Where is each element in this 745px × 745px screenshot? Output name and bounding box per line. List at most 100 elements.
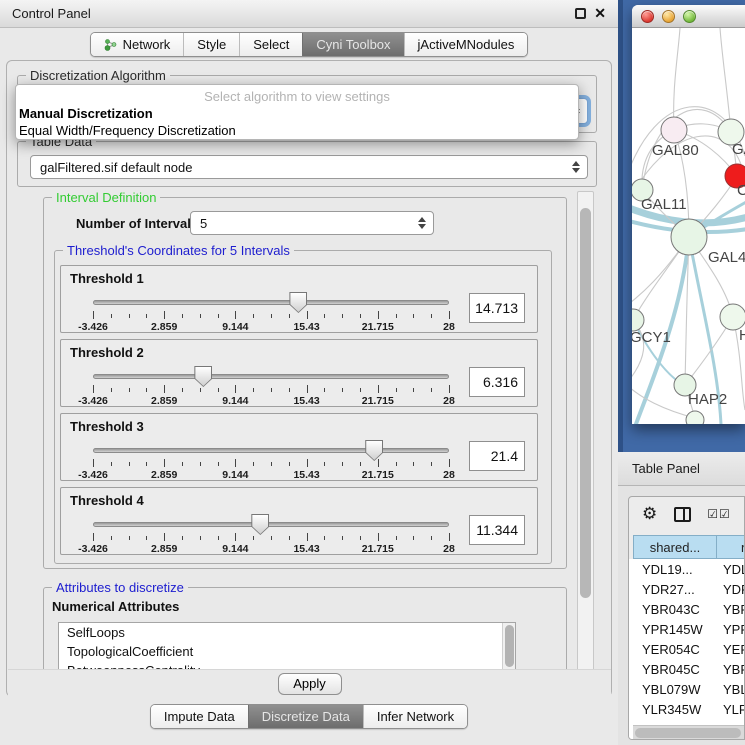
apply-button[interactable]: Apply bbox=[278, 673, 342, 695]
numerical-attributes-list[interactable]: SelfLoops TopologicalCoefficient Between… bbox=[58, 622, 516, 672]
table-row[interactable]: YDR27... YDR2 bbox=[629, 579, 745, 599]
threshold-1-label: Threshold 1 bbox=[70, 271, 144, 286]
threshold-3-slider[interactable]: -3.426 2.859 9.144 15.43 21.715 28 bbox=[93, 444, 449, 480]
thresholds-group: Threshold's Coordinates for 5 Intervals … bbox=[54, 250, 552, 564]
slider-scale-labels: -3.426 2.859 9.144 15.43 21.715 28 bbox=[93, 321, 449, 333]
slider-thumb[interactable] bbox=[194, 366, 212, 387]
slider-ticks bbox=[93, 385, 449, 394]
tab-style[interactable]: Style bbox=[183, 33, 239, 56]
float-window-icon[interactable] bbox=[575, 8, 586, 19]
close-icon[interactable]: ✕ bbox=[594, 8, 606, 19]
threshold-1-value-field[interactable]: 14.713 bbox=[469, 293, 525, 323]
scrollbar-thumb[interactable] bbox=[505, 625, 514, 667]
list-item[interactable]: SelfLoops bbox=[59, 623, 515, 642]
node-gcy1[interactable] bbox=[632, 309, 644, 331]
attributes-list-scrollbar[interactable] bbox=[502, 623, 515, 671]
scrollbar-thumb[interactable] bbox=[635, 728, 741, 738]
table-horizontal-scrollbar[interactable] bbox=[633, 725, 745, 739]
scrollbar-thumb[interactable] bbox=[580, 208, 591, 598]
slider-scale-labels: -3.426 2.859 9.144 15.43 21.715 28 bbox=[93, 469, 449, 481]
slider-track[interactable] bbox=[93, 374, 449, 379]
slider-track[interactable] bbox=[93, 522, 449, 527]
tab-cyni-toolbox[interactable]: Cyni Toolbox bbox=[302, 33, 403, 56]
apply-row: Apply bbox=[8, 669, 611, 697]
tab-discretize-data[interactable]: Discretize Data bbox=[248, 705, 363, 728]
node-label: GCY1 bbox=[632, 329, 671, 346]
slider-thumb[interactable] bbox=[289, 292, 307, 313]
tab-jactivemnodules-label: jActiveMNodules bbox=[418, 37, 515, 52]
table-row[interactable]: YPR145W YPR1 bbox=[629, 619, 745, 639]
close-traffic-light-icon[interactable] bbox=[641, 10, 654, 23]
threshold-1-box: Threshold 1 -3.426 2.859 9.144 15.43 21.… bbox=[60, 265, 538, 333]
node-label: GAL80 bbox=[652, 142, 699, 159]
slider-track[interactable] bbox=[93, 448, 449, 453]
slider-scale-labels: -3.426 2.859 9.144 15.43 21.715 28 bbox=[93, 543, 449, 555]
tab-infer-network-label: Infer Network bbox=[377, 709, 454, 724]
table-row[interactable]: YER054C YER0 bbox=[629, 639, 745, 659]
panel-vertical-scrollbar[interactable] bbox=[577, 191, 594, 671]
network-icon bbox=[104, 38, 117, 51]
thresholds-group-title: Threshold's Coordinates for 5 Intervals bbox=[63, 243, 294, 258]
tab-impute-data-label: Impute Data bbox=[164, 709, 235, 724]
table-row[interactable]: YBR045C YBR0 bbox=[629, 659, 745, 679]
column-header-shared-name[interactable]: shared... bbox=[633, 535, 717, 559]
algorithm-option-manual[interactable]: Manual Discretization bbox=[16, 105, 578, 122]
tab-select[interactable]: Select bbox=[239, 33, 302, 56]
threshold-4-value-field[interactable]: 11.344 bbox=[469, 515, 525, 545]
minimize-traffic-light-icon[interactable] bbox=[662, 10, 675, 23]
top-tabbar: Network Style Select Cyni Toolbox jActiv… bbox=[0, 32, 618, 57]
threshold-2-label: Threshold 2 bbox=[70, 345, 144, 360]
algorithm-option-equal-width[interactable]: Equal Width/Frequency Discretization bbox=[16, 122, 578, 139]
tab-jactivemnodules[interactable]: jActiveMNodules bbox=[404, 33, 528, 56]
threshold-2-slider[interactable]: -3.426 2.859 9.144 15.43 21.715 28 bbox=[93, 370, 449, 406]
control-panel-titlebar: Control Panel ✕ bbox=[0, 0, 618, 28]
table-data-group: Table Data galFiltered.sif default node bbox=[17, 141, 597, 187]
node-gal4[interactable] bbox=[671, 219, 707, 255]
algorithm-placeholder-option[interactable]: Select algorithm to view settings bbox=[16, 85, 578, 105]
slider-scale-labels: -3.426 2.859 9.144 15.43 21.715 28 bbox=[93, 395, 449, 407]
tab-network[interactable]: Network bbox=[91, 33, 184, 56]
list-item[interactable]: TopologicalCoefficient bbox=[59, 642, 515, 661]
column-header-name[interactable]: na bbox=[717, 535, 745, 559]
slider-track[interactable] bbox=[93, 300, 449, 305]
threshold-4-box: Threshold 4 -3.426 2.859 9.144 15.43 21.… bbox=[60, 487, 538, 555]
tab-discretize-data-label: Discretize Data bbox=[262, 709, 350, 724]
threshold-4-slider[interactable]: -3.426 2.859 9.144 15.43 21.715 28 bbox=[93, 518, 449, 554]
tab-style-label: Style bbox=[197, 37, 226, 52]
table-row[interactable]: YLR345W YLR3 bbox=[629, 699, 745, 719]
node-label: GAL4 bbox=[708, 249, 745, 266]
gear-icon[interactable]: ⚙ bbox=[642, 504, 657, 524]
node-bottom[interactable] bbox=[686, 411, 704, 424]
combo-arrows-icon bbox=[417, 216, 426, 230]
zoom-traffic-light-icon[interactable] bbox=[683, 10, 696, 23]
number-of-intervals-combobox[interactable]: 5 bbox=[190, 211, 434, 235]
table-data-combobox[interactable]: galFiltered.sif default node bbox=[30, 155, 588, 179]
threshold-3-value-field[interactable]: 21.4 bbox=[469, 441, 525, 471]
node-gal80[interactable] bbox=[661, 117, 687, 143]
table-data-value: galFiltered.sif default node bbox=[40, 160, 192, 175]
table-row[interactable]: YDL19... YDL1 bbox=[629, 559, 745, 579]
columns-icon[interactable] bbox=[674, 507, 691, 522]
tab-network-label: Network bbox=[123, 37, 171, 52]
threshold-3-label: Threshold 3 bbox=[70, 419, 144, 434]
slider-thumb[interactable] bbox=[365, 440, 383, 461]
numerical-attributes-label: Numerical Attributes bbox=[52, 599, 179, 614]
tab-impute-data[interactable]: Impute Data bbox=[151, 705, 248, 728]
table-row[interactable]: YBR043C YBR0 bbox=[629, 599, 745, 619]
threshold-2-box: Threshold 2 -3.426 2.859 9.144 15.43 21.… bbox=[60, 339, 538, 407]
threshold-1-slider[interactable]: -3.426 2.859 9.144 15.43 21.715 28 bbox=[93, 296, 449, 332]
node-label: C bbox=[737, 182, 745, 199]
checkbox-pair-icon[interactable]: ☑☑ bbox=[707, 507, 731, 521]
network-canvas[interactable]: GAL80 GA C GAL11 GAL4 GCY1 H HAP2 bbox=[632, 28, 745, 424]
threshold-2-value-field[interactable]: 6.316 bbox=[469, 367, 525, 397]
discretization-algorithm-title: Discretization Algorithm bbox=[26, 68, 170, 83]
attributes-group-title: Attributes to discretize bbox=[52, 580, 188, 595]
slider-thumb[interactable] bbox=[251, 514, 269, 535]
network-window-titlebar bbox=[632, 5, 745, 28]
tab-infer-network[interactable]: Infer Network bbox=[363, 705, 467, 728]
slider-ticks bbox=[93, 533, 449, 542]
node-label: GA bbox=[732, 141, 745, 158]
table-row[interactable]: YBL079W YBL0 bbox=[629, 679, 745, 699]
number-of-intervals-value: 5 bbox=[200, 216, 207, 231]
threshold-4-label: Threshold 4 bbox=[70, 493, 144, 508]
